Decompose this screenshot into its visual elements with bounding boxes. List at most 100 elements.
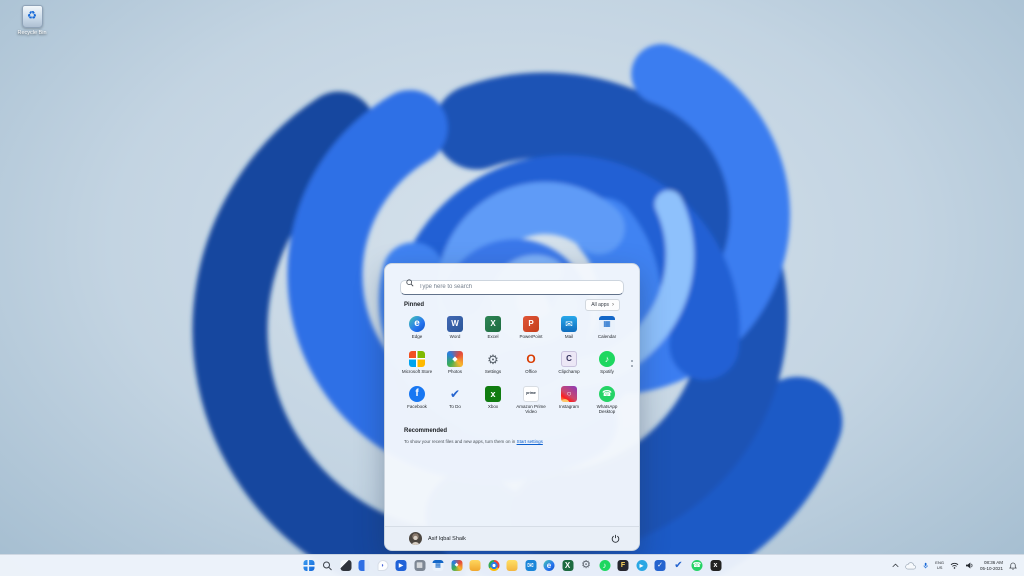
taskbar-calculator-button[interactable]: ▦ bbox=[413, 559, 427, 573]
pinned-app-amazon-prime-video[interactable]: prime Amazon Prime Video bbox=[512, 386, 550, 421]
pinned-scrollbar[interactable] bbox=[631, 360, 633, 367]
pinned-app-excel[interactable]: X Excel bbox=[474, 316, 512, 351]
settings-icon: ⚙ bbox=[581, 559, 591, 571]
taskbar: ◗ ▶ ▦ ▦ ◆ ✉ e X ⚙ ♪ F ▸ ✓ ✔ ☎ x ENG US 08:36 AM 05-10-2… bbox=[0, 554, 1024, 576]
pinned-app-to-do[interactable]: ✔ To Do bbox=[436, 386, 474, 421]
network-button[interactable] bbox=[950, 562, 959, 569]
clock[interactable]: 08:36 AM 05-10-2021 bbox=[980, 560, 1003, 572]
clipchamp-icon: C bbox=[561, 351, 577, 367]
hidden-icons-button[interactable] bbox=[892, 563, 899, 568]
settings-icon: ⚙ bbox=[487, 351, 499, 367]
search-icon bbox=[322, 560, 333, 571]
pinned-app-clipchamp[interactable]: C Clipchamp bbox=[550, 351, 588, 386]
taskbar-photos-button[interactable]: ◆ bbox=[450, 559, 464, 573]
pinned-app-label: Facebook bbox=[407, 404, 427, 409]
taskbar-whatsapp-button[interactable]: ☎ bbox=[690, 559, 704, 573]
pinned-app-label: PowerPoint bbox=[519, 334, 543, 339]
all-apps-button[interactable]: All apps › bbox=[585, 299, 620, 311]
pinned-app-edge[interactable]: e Edge bbox=[398, 316, 436, 351]
taskbar-movies-tv-button[interactable]: ▶ bbox=[394, 559, 408, 573]
pinned-app-label: Clipchamp bbox=[558, 369, 580, 374]
pinned-app-mail[interactable]: ✉ Mail bbox=[550, 316, 588, 351]
widgets-icon bbox=[358, 560, 370, 571]
taskbar-task-view-button[interactable] bbox=[339, 559, 353, 573]
volume-button[interactable] bbox=[965, 562, 974, 569]
pinned-app-facebook[interactable]: f Facebook bbox=[398, 386, 436, 421]
notifications-button[interactable] bbox=[1009, 562, 1017, 570]
taskbar-to-do-app-button[interactable]: ✓ bbox=[653, 559, 667, 573]
pinned-app-label: Instagram bbox=[558, 404, 579, 409]
pinned-app-microsoft-store[interactable]: Microsoft Store bbox=[398, 351, 436, 386]
onedrive-tray-button[interactable] bbox=[905, 562, 916, 570]
pinned-app-spotify[interactable]: ♪ Spotify bbox=[588, 351, 626, 386]
pinned-app-label: Calendar bbox=[597, 334, 617, 339]
taskbar-chat-button[interactable]: ◗ bbox=[376, 559, 390, 573]
files-icon: F bbox=[617, 560, 629, 571]
pinned-app-powerpoint[interactable]: P PowerPoint bbox=[512, 316, 550, 351]
calendar-icon: ▦ bbox=[432, 560, 444, 571]
taskbar-files-button[interactable]: F bbox=[616, 559, 630, 573]
movies-tv-icon: ▶ bbox=[395, 560, 407, 571]
task-view-icon bbox=[340, 560, 351, 571]
power-button[interactable] bbox=[609, 533, 621, 545]
pinned-app-label: Xbox bbox=[487, 404, 499, 409]
to-do-app-icon: ✓ bbox=[654, 560, 666, 571]
pinned-app-office[interactable]: O Office bbox=[512, 351, 550, 386]
taskbar-edge-button[interactable]: e bbox=[542, 559, 556, 573]
pinned-app-whatsapp-desktop[interactable]: ☎ WhatsApp Desktop bbox=[588, 386, 626, 421]
pinned-app-word[interactable]: W Word bbox=[436, 316, 474, 351]
pinned-app-label: Edge bbox=[411, 334, 423, 339]
person-icon bbox=[410, 534, 421, 545]
user-name[interactable]: Asif Iqbal Shaik bbox=[428, 536, 466, 542]
taskbar-search-button[interactable] bbox=[320, 559, 334, 573]
recycle-bin-shortcut[interactable]: ♻ Recycle Bin bbox=[8, 5, 56, 36]
sticky-notes-icon bbox=[506, 560, 518, 571]
search-icon bbox=[406, 279, 414, 287]
taskbar-xbox-button[interactable]: x bbox=[709, 559, 723, 573]
pinned-app-settings[interactable]: ⚙ Settings bbox=[474, 351, 512, 386]
taskbar-check-button[interactable]: ✔ bbox=[672, 559, 686, 573]
pinned-app-label: Mail bbox=[564, 334, 574, 339]
start-settings-link[interactable]: Start settings bbox=[517, 439, 543, 444]
pinned-app-label: Word bbox=[449, 334, 461, 339]
recycle-bin-icon: ♻ bbox=[21, 5, 43, 28]
chevron-up-icon bbox=[892, 563, 899, 568]
taskbar-calendar-button[interactable]: ▦ bbox=[431, 559, 445, 573]
taskbar-spotify-button[interactable]: ♪ bbox=[598, 559, 612, 573]
excel-icon: X bbox=[562, 560, 573, 571]
taskbar-start-button[interactable] bbox=[302, 559, 316, 573]
search-bar bbox=[400, 275, 624, 295]
mic-tray-button[interactable] bbox=[922, 562, 929, 569]
pinned-app-instagram[interactable]: ○ Instagram bbox=[550, 386, 588, 421]
taskbar-sticky-notes-button[interactable] bbox=[505, 559, 519, 573]
pinned-app-xbox[interactable]: x Xbox bbox=[474, 386, 512, 421]
pinned-app-label: To Do bbox=[449, 404, 461, 409]
taskbar-settings-button[interactable]: ⚙ bbox=[579, 559, 593, 573]
pinned-app-calendar[interactable]: ▦ Calendar bbox=[588, 316, 626, 351]
taskbar-chrome-button[interactable] bbox=[487, 559, 501, 573]
search-input[interactable] bbox=[400, 279, 624, 295]
taskbar-telegram-button[interactable]: ▸ bbox=[635, 559, 649, 573]
pinned-app-label: Photos bbox=[447, 369, 462, 374]
excel-icon: X bbox=[485, 316, 501, 332]
microsoft-store-icon bbox=[409, 351, 425, 367]
start-menu: Pinned All apps › e Edge W Word X Excel … bbox=[384, 263, 640, 551]
photos-icon: ◆ bbox=[451, 560, 462, 571]
taskbar-mail-button[interactable]: ✉ bbox=[524, 559, 538, 573]
taskbar-excel-button[interactable]: X bbox=[561, 559, 575, 573]
calendar-icon: ▦ bbox=[599, 316, 615, 332]
calculator-icon: ▦ bbox=[414, 560, 425, 571]
pinned-app-label: Microsoft Store bbox=[401, 369, 433, 374]
chevron-right-icon: › bbox=[612, 302, 614, 308]
system-tray: ENG US 08:36 AM 05-10-2021 bbox=[892, 555, 1017, 576]
taskbar-widgets-button[interactable] bbox=[357, 559, 371, 573]
user-avatar[interactable] bbox=[409, 532, 422, 545]
pinned-app-photos[interactable]: ◆ Photos bbox=[436, 351, 474, 386]
language-switcher[interactable]: ENG US bbox=[935, 560, 944, 571]
speaker-icon bbox=[965, 562, 974, 569]
chrome-icon bbox=[488, 560, 499, 571]
taskbar-file-explorer-button[interactable] bbox=[468, 559, 482, 573]
pinned-app-label: Amazon Prime Video bbox=[516, 404, 546, 415]
edge-icon: e bbox=[409, 316, 425, 332]
chat-icon: ◗ bbox=[377, 560, 388, 571]
